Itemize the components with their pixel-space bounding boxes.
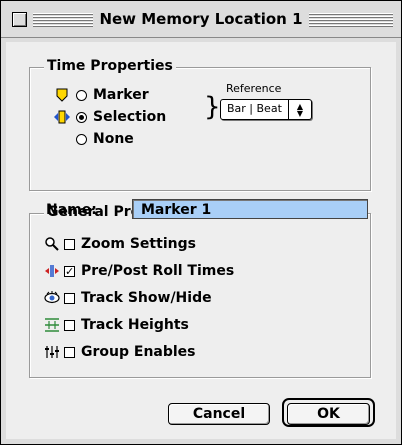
brace-icon: } [204,92,221,122]
checkbox-pre-post-roll-box[interactable]: ✓ [64,265,75,277]
checkbox-zoom-settings[interactable]: Zoom Settings [64,236,196,252]
reference-popup-value: Bar | Beat [227,102,282,115]
track-heights-icon [43,317,61,333]
checkbox-track-heights[interactable]: Track Heights [64,317,189,333]
radio-none-button[interactable] [76,133,87,145]
checkbox-track-show-hide-label: Track Show/Hide [81,290,212,306]
reference-popup[interactable]: Bar | Beat ▲ ▼ [220,99,312,120]
name-field-value: Marker 1 [141,202,212,218]
dialog-window: New Memory Location 1 Time Properties Ma… [0,0,402,445]
checkbox-pre-post-roll[interactable]: ✓ Pre/Post Roll Times [64,263,234,279]
radio-none-label: None [93,131,134,147]
ok-button[interactable]: OK [287,403,370,425]
pre-post-roll-icon [43,263,61,279]
checkbox-zoom-settings-box[interactable] [64,238,75,250]
checkbox-group-enables-label: Group Enables [81,344,196,360]
checkbox-track-show-hide[interactable]: Track Show/Hide [64,290,212,306]
time-properties-group: Time Properties [29,58,371,191]
cancel-button[interactable]: Cancel [168,403,270,425]
popup-arrows-icon: ▲ ▼ [288,100,311,119]
title-bar[interactable]: New Memory Location 1 [1,1,401,38]
checkbox-track-show-hide-box[interactable] [64,292,75,304]
checkbox-group-enables-box[interactable] [64,346,75,358]
checkbox-zoom-settings-label: Zoom Settings [81,236,196,252]
radio-marker-label: Marker [93,87,149,103]
radio-marker-button[interactable] [76,89,87,101]
dialog-content: Time Properties Marker Selection None } … [6,42,396,439]
checkbox-track-heights-label: Track Heights [81,317,189,333]
selection-icon [53,109,71,125]
time-properties-heading: Time Properties [44,58,176,74]
marker-icon [53,87,71,103]
radio-selection-button[interactable] [76,111,87,123]
radio-marker[interactable]: Marker [76,87,149,103]
checkbox-group-enables[interactable]: Group Enables [64,344,196,360]
name-label: Name: [46,202,97,218]
eye-icon [43,290,61,306]
radio-selection-label: Selection [93,109,167,125]
window-title: New Memory Location 1 [93,10,309,28]
radio-none[interactable]: None [76,131,134,147]
reference-label: Reference [226,82,282,95]
name-field[interactable]: Marker 1 [132,199,368,219]
magnifier-icon [43,236,61,252]
group-faders-icon [43,344,61,360]
checkbox-pre-post-roll-label: Pre/Post Roll Times [81,263,235,279]
checkbox-track-heights-box[interactable] [64,319,75,331]
radio-selection[interactable]: Selection [76,109,166,125]
